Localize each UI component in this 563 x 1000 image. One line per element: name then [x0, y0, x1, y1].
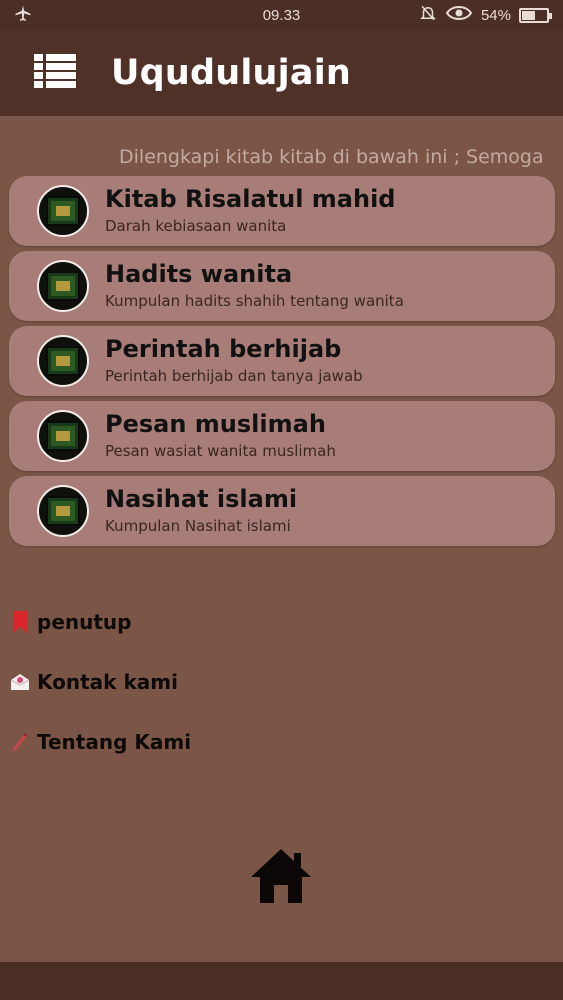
main-content: Dilengkapi kitab kitab di bawah ini ; Se… [0, 116, 563, 962]
book-subtitle: Perintah berhijab dan tanya jawab [105, 367, 363, 385]
notification-off-icon [419, 4, 437, 26]
book-card[interactable]: Nasihat islami Kumpulan Nasihat islami [9, 476, 555, 546]
pencil-icon [9, 729, 31, 755]
book-card[interactable]: Hadits wanita Kumpulan hadits shahih ten… [9, 251, 555, 321]
book-card[interactable]: Perintah berhijab Perintah berhijab dan … [9, 326, 555, 396]
app-bar: Uqudulujain [0, 30, 563, 116]
app-title: Uqudulujain [111, 53, 352, 93]
menu-item-label: Kontak kami [37, 670, 178, 694]
navigation-bar [0, 962, 563, 1000]
book-subtitle: Pesan wasiat wanita muslimah [105, 442, 336, 460]
menu-item-tentang-kami[interactable]: Tentang Kami [9, 725, 191, 759]
book-title: Hadits wanita [105, 260, 293, 288]
book-title: Nasihat islami [105, 485, 298, 513]
book-title: Pesan muslimah [105, 410, 326, 438]
eye-icon [445, 4, 473, 26]
bookmark-icon [9, 609, 31, 635]
battery-icon [519, 7, 552, 23]
battery-level [522, 10, 535, 20]
book-cover-icon [37, 185, 89, 237]
marquee-text: Dilengkapi kitab kitab di bawah ini ; Se… [119, 146, 544, 168]
book-title: Perintah berhijab [105, 335, 342, 363]
book-cover-icon [37, 335, 89, 387]
book-card[interactable]: Pesan muslimah Pesan wasiat wanita musli… [9, 401, 555, 471]
menu-item-kontak-kami[interactable]: Kontak kami [9, 665, 178, 699]
book-subtitle: Kumpulan Nasihat islami [105, 517, 291, 535]
book-cover-icon [37, 485, 89, 537]
list-icon [34, 53, 76, 93]
menu-item-penutup[interactable]: penutup [9, 605, 131, 639]
home-icon [249, 849, 313, 909]
book-card[interactable]: Kitab Risalatul mahid Darah kebiasaan wa… [9, 176, 555, 246]
book-title: Kitab Risalatul mahid [105, 185, 396, 213]
menu-item-label: penutup [37, 610, 132, 634]
book-cover-icon [37, 410, 89, 462]
battery-percent: 54% [480, 6, 511, 24]
home-button[interactable] [249, 847, 313, 905]
airplane-mode-icon [14, 4, 32, 26]
menu-button[interactable] [33, 53, 77, 93]
book-cover-icon [37, 260, 89, 312]
mail-icon [9, 669, 31, 695]
book-subtitle: Darah kebiasaan wanita [105, 217, 287, 235]
status-bar: 09.33 54% [0, 0, 563, 30]
menu-item-label: Tentang Kami [37, 730, 192, 754]
book-subtitle: Kumpulan hadits shahih tentang wanita [105, 292, 404, 310]
